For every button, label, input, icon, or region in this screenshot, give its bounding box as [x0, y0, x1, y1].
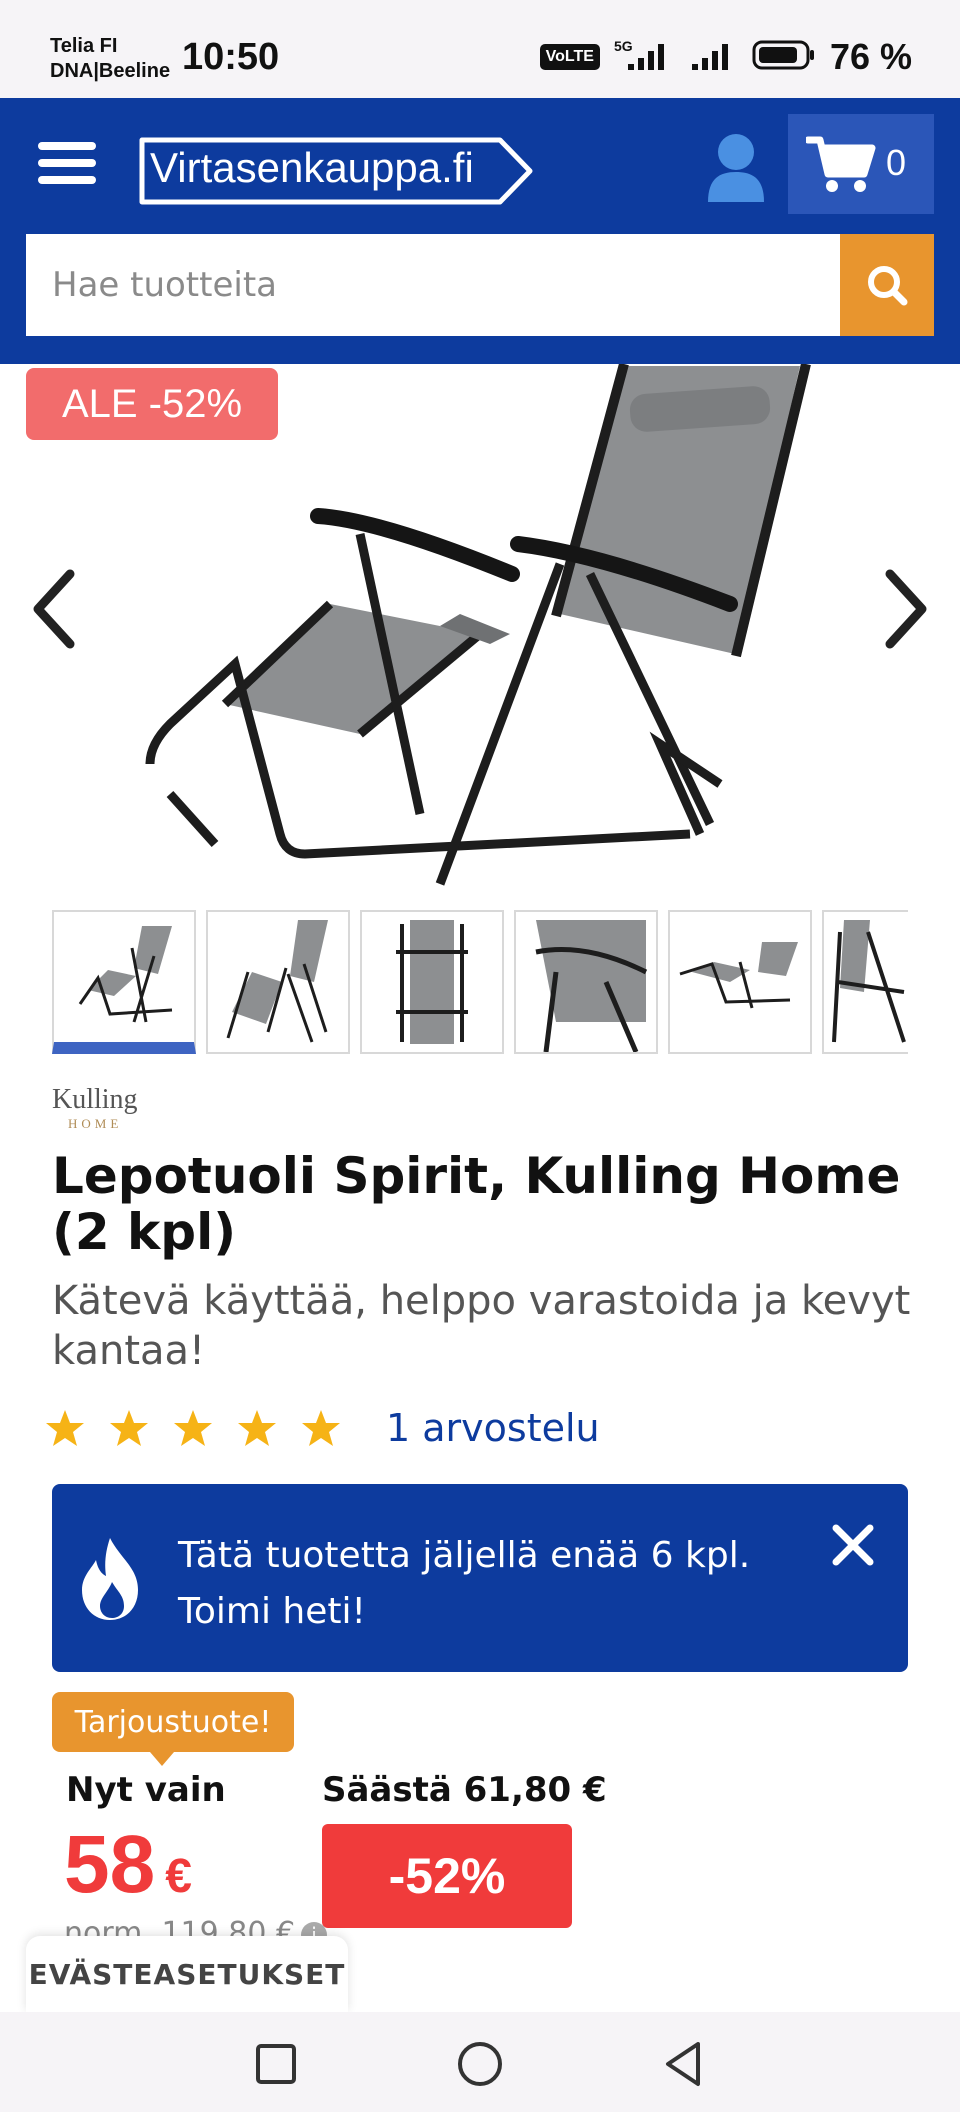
star-icon [110, 1410, 148, 1446]
thumbnail-2[interactable] [206, 910, 350, 1054]
next-image-button[interactable] [876, 564, 936, 654]
brand-logo[interactable]: Kulling HOME [52, 1082, 162, 1132]
savings-label: Säästä 61,80 € [322, 1770, 607, 1810]
cart-button[interactable]: 0 [788, 114, 934, 214]
battery-level: 76 % [829, 36, 912, 77]
stock-line2: Toimi heti! [178, 1591, 366, 1632]
price-value: 58 [64, 1819, 156, 1910]
current-price: 58 € [64, 1818, 192, 1912]
stock-line1: Tätä tuotetta jäljellä enää 6 kpl. [178, 1535, 751, 1576]
flame-icon [82, 1538, 138, 1620]
status-time: 10:50 [182, 36, 280, 78]
system-navigation-bar [0, 2012, 960, 2112]
previous-image-button[interactable] [24, 564, 84, 654]
carrier-info: Telia FI DNA|Beeline [50, 34, 170, 84]
menu-bar [38, 176, 96, 184]
signal-5g-icon: 5G [614, 38, 676, 76]
square-icon [256, 2044, 296, 2084]
thumbnail-5[interactable] [668, 910, 812, 1054]
search-button[interactable] [840, 234, 934, 336]
hamburger-menu-button[interactable] [38, 142, 96, 192]
star-icon [238, 1410, 276, 1446]
thumbnail-1[interactable] [52, 910, 196, 1054]
site-header: Virtasenkauppa.fi 0 [0, 98, 960, 364]
triangle-back-icon [666, 2042, 700, 2086]
star-icon [174, 1410, 212, 1446]
svg-text:5G: 5G [614, 38, 633, 54]
recent-apps-button[interactable] [248, 2036, 304, 2092]
low-stock-banner: Tätä tuotetta jäljellä enää 6 kpl. Toimi… [52, 1484, 908, 1672]
brand-sub: HOME [68, 1116, 122, 1131]
thumbnail-image [832, 920, 906, 1043]
search-icon [868, 266, 908, 306]
cart-count: 0 [886, 142, 907, 183]
user-icon [708, 134, 764, 202]
signal-icon [690, 38, 738, 76]
offer-tag: Tarjoustuote! [52, 1692, 294, 1752]
cart-icon [806, 136, 876, 192]
chevron-left-icon [33, 569, 75, 649]
product-subtitle: Kätevä käyttää, helppo varastoida ja kev… [52, 1278, 911, 1374]
menu-bar [38, 159, 96, 167]
site-logo[interactable]: Virtasenkauppa.fi [136, 136, 536, 206]
thumbnail-strip [52, 910, 908, 1056]
sale-badge: ALE -52% [26, 368, 278, 440]
search-bar [26, 234, 934, 336]
carrier-line1: Telia FI [50, 35, 118, 57]
product-image[interactable] [0, 364, 960, 904]
thumbnail-image [78, 926, 173, 1023]
carrier-line2: DNA|Beeline [50, 60, 171, 82]
battery-icon [752, 38, 816, 76]
back-button[interactable] [656, 2036, 712, 2092]
thumbnail-image [535, 920, 648, 1053]
close-icon [832, 1524, 874, 1566]
thumbnail-3[interactable] [360, 910, 504, 1054]
account-button[interactable] [700, 130, 772, 206]
logo-text: Virtasenkauppa.fi [150, 144, 474, 191]
stock-text: Tätä tuotetta jäljellä enää 6 kpl. Toimi… [178, 1528, 778, 1640]
star-icon [46, 1410, 84, 1446]
close-banner-button[interactable] [828, 1520, 878, 1570]
product-title: Lepotuoli Spirit, Kulling Home (2 kpl) [52, 1147, 901, 1261]
status-bar: Telia FI DNA|Beeline 10:50 VoLTE 5G 76 % [0, 0, 960, 98]
circle-icon [458, 2042, 502, 2086]
thumbnail-image [226, 920, 328, 1043]
cookie-settings-button[interactable]: EVÄSTEASETUKSET [26, 1936, 348, 2012]
brand-logo-image: Kulling HOME [52, 1084, 138, 1131]
status-indicators: VoLTE 5G 76 % [539, 36, 912, 78]
thumbnail-4[interactable] [514, 910, 658, 1054]
thumbnail-image [396, 920, 468, 1044]
thumbnail-6[interactable] [822, 910, 908, 1054]
reviews-link[interactable]: 1 arvostelu [386, 1406, 600, 1450]
rating-stars [44, 1408, 342, 1448]
product-image-gallery: ALE -52% [0, 364, 960, 904]
menu-bar [38, 142, 96, 150]
search-input[interactable] [26, 234, 840, 336]
star-icon [302, 1410, 340, 1446]
price-currency: € [165, 1850, 192, 1903]
discount-badge: -52% [322, 1824, 572, 1928]
thumbnail-image [679, 942, 798, 1009]
offer-tag-pointer [150, 1752, 174, 1766]
volte-badge: VoLTE [539, 44, 600, 70]
product-rating: 1 arvostelu [44, 1400, 600, 1456]
home-button[interactable] [452, 2036, 508, 2092]
now-label: Nyt vain [66, 1770, 226, 1810]
brand-name: Kulling [52, 1084, 138, 1115]
chevron-right-icon [885, 569, 927, 649]
